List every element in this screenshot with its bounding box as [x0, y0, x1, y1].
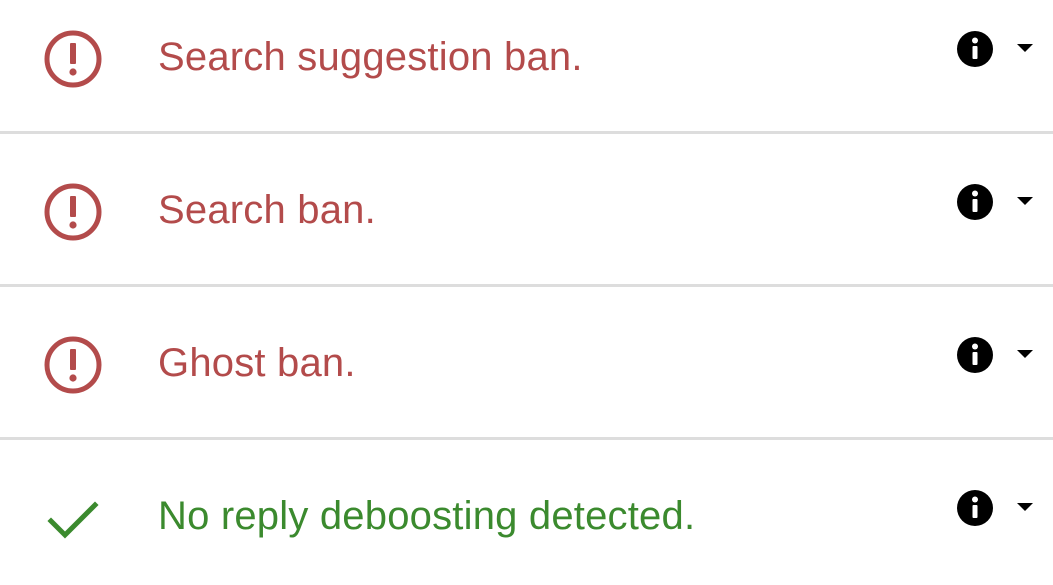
info-icon[interactable]	[955, 488, 995, 528]
chevron-down-icon[interactable]	[1012, 192, 1038, 210]
alert-circle-icon	[43, 29, 103, 89]
info-icon[interactable]	[955, 29, 995, 69]
row-divider	[0, 284, 1053, 287]
result-label: Search suggestion ban.	[158, 35, 583, 79]
result-row-search-ban: Search ban.	[0, 135, 1053, 285]
chevron-down-icon[interactable]	[1012, 498, 1038, 516]
result-label: No reply deboosting detected.	[158, 494, 696, 538]
row-divider	[0, 131, 1053, 134]
alert-circle-icon	[43, 182, 103, 242]
info-icon[interactable]	[955, 182, 995, 222]
chevron-down-icon[interactable]	[1012, 345, 1038, 363]
result-row-reply-deboosting: No reply deboosting detected.	[0, 441, 1053, 585]
result-label: Ghost ban.	[158, 341, 356, 385]
result-row-search-suggestion-ban: Search suggestion ban.	[0, 0, 1053, 132]
ban-check-results: Search suggestion ban. Search ban. Ghost…	[0, 0, 1053, 585]
row-divider	[0, 437, 1053, 440]
alert-circle-icon	[43, 335, 103, 395]
chevron-down-icon[interactable]	[1012, 39, 1038, 57]
result-row-ghost-ban: Ghost ban.	[0, 288, 1053, 438]
info-icon[interactable]	[955, 335, 995, 375]
check-icon	[43, 488, 103, 548]
result-label: Search ban.	[158, 188, 376, 232]
